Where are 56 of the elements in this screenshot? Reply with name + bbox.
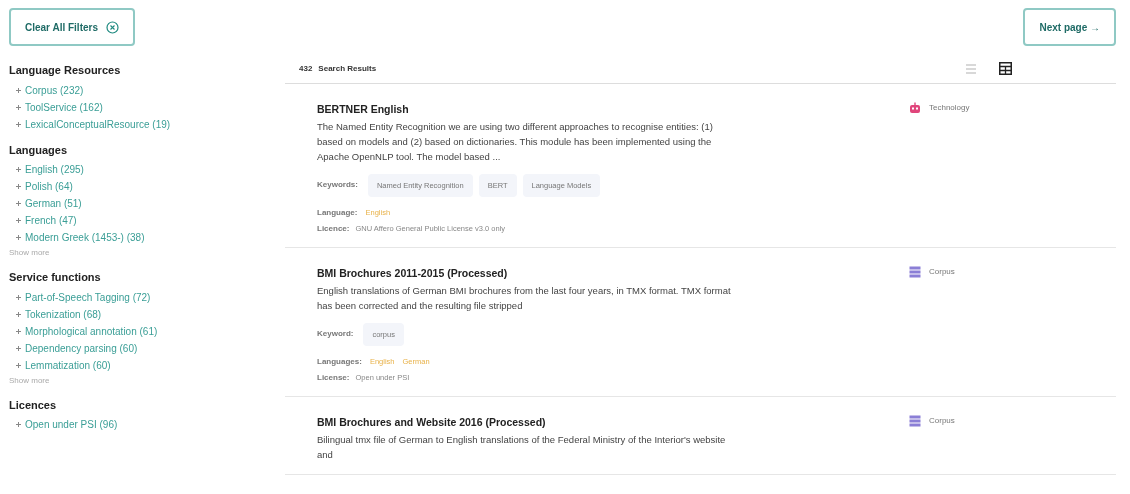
language-label: Languages: bbox=[317, 356, 362, 368]
result-description: Bilingual tmx file of German to English translations of the Federal Ministry of the Interior's website and bbox=[317, 432, 727, 462]
grid-icon bbox=[999, 62, 1012, 75]
filter-link[interactable]: ToolService (162) bbox=[25, 99, 103, 115]
filter-heading: Service functions bbox=[9, 270, 102, 285]
plus-icon bbox=[16, 201, 21, 206]
plus-icon bbox=[16, 345, 21, 351]
result-description: English translations of German BMI brochures from the last four years, in TMX format. TMX format has been corrected and the resulting file stripped bbox=[317, 283, 732, 313]
filter-link[interactable]: Lemmatization (60) bbox=[25, 357, 111, 373]
result-title[interactable]: BMI Brochures and Website 2016 (Processed) bbox=[317, 415, 737, 431]
plus-icon bbox=[16, 218, 21, 223]
filter-heading: Licences bbox=[9, 397, 58, 413]
filter-link[interactable]: Dependency parsing (60) bbox=[25, 340, 138, 356]
plus-icon bbox=[16, 422, 21, 427]
results-label: Search Results bbox=[318, 62, 377, 75]
resource-type: Technology bbox=[929, 102, 970, 114]
plus-icon bbox=[16, 87, 21, 93]
filter-link[interactable]: English (295) bbox=[25, 162, 84, 177]
clear-filters-button[interactable]: Clear All Filters bbox=[9, 8, 135, 46]
result-title[interactable]: BMI Brochures 2011-2015 (Processed) bbox=[317, 266, 737, 282]
filter-link[interactable]: Tokenization (68) bbox=[25, 306, 102, 322]
filter-link[interactable]: Polish (64) bbox=[25, 179, 73, 194]
language-label: Language: bbox=[317, 207, 358, 219]
close-circle-icon bbox=[106, 20, 119, 34]
resource-type: Corpus bbox=[929, 266, 955, 278]
filter-heading: Language Resources bbox=[9, 63, 122, 78]
filter-heading: Languages bbox=[9, 142, 69, 158]
keywords-label: Keyword: bbox=[317, 328, 354, 341]
show-more-link[interactable]: Show more bbox=[9, 247, 285, 259]
plus-icon bbox=[16, 235, 21, 240]
filter-link[interactable]: Morphological annotation (61) bbox=[25, 323, 158, 339]
plus-icon bbox=[16, 167, 21, 172]
filter-link[interactable]: Modern Greek (1453-) (38) bbox=[25, 230, 145, 245]
plus-icon bbox=[16, 328, 21, 334]
plus-icon bbox=[16, 311, 21, 317]
licence-label: Licence: bbox=[317, 223, 350, 235]
plus-icon bbox=[16, 294, 21, 300]
filter-link[interactable]: French (47) bbox=[25, 213, 77, 228]
keywords-label: Keywords: bbox=[317, 179, 358, 192]
filter-link[interactable]: German (51) bbox=[25, 196, 82, 211]
show-more-link[interactable]: Show more bbox=[9, 374, 285, 387]
plus-icon bbox=[16, 104, 21, 110]
result-title[interactable]: BERTNER English bbox=[317, 102, 737, 118]
result-description: The Named Entity Recognition we are using two different approaches to recognise entities: (1) based on models and (2) based on dictionaries. This module has been implemented using the Apache OpenNLP tool. The model based ... bbox=[317, 119, 714, 164]
filter-link[interactable]: Part-of-Speech Tagging (72) bbox=[25, 289, 151, 305]
licence-label: License: bbox=[317, 372, 350, 384]
plus-icon bbox=[16, 121, 21, 127]
resource-type: Corpus bbox=[929, 415, 955, 427]
plus-icon bbox=[16, 184, 21, 189]
result-count: 432 bbox=[299, 62, 313, 75]
filter-link[interactable]: Corpus (232) bbox=[25, 82, 84, 98]
filter-link[interactable]: Open under PSI (96) bbox=[25, 417, 118, 432]
filter-link[interactable]: LexicalConceptualResource (19) bbox=[25, 116, 171, 132]
next-page-button[interactable]: Next page → bbox=[1023, 8, 1116, 46]
plus-icon bbox=[16, 362, 21, 368]
list-icon bbox=[965, 62, 977, 75]
